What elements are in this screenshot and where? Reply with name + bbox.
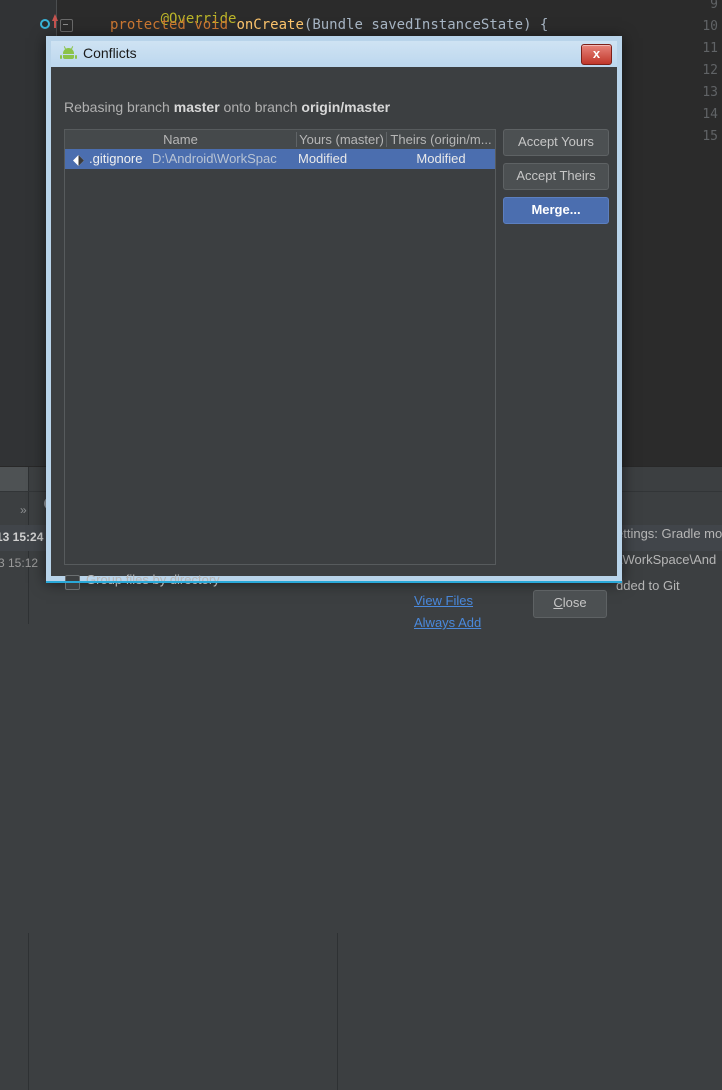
link-view-files[interactable]: View Files [414, 593, 473, 608]
close-label-rest: lose [562, 595, 587, 610]
editor-gutter-outer [0, 0, 20, 466]
column-divider[interactable] [386, 132, 387, 147]
param-type: Bundle [312, 17, 363, 33]
panel-divider [28, 933, 29, 1090]
log-line: dded to Git [616, 578, 680, 593]
dialog-titlebar[interactable]: Conflicts x [51, 41, 617, 68]
android-robot-icon [60, 46, 77, 59]
keyword-void: void [194, 17, 229, 33]
line-number: 9 [710, 0, 718, 12]
dialog-title: Conflicts [83, 45, 137, 61]
column-header-yours[interactable]: Yours (master) [297, 131, 386, 148]
code-line-oncreate: protected void onCreate(Bundle savedInst… [110, 17, 548, 33]
line-number: 12 [702, 63, 718, 78]
log-timestamp: 3 15:12 [0, 556, 39, 570]
rebase-message: Rebasing branch master onto branch origi… [64, 99, 390, 115]
log-timestamp: 13 15:24 [0, 530, 44, 544]
keyword-protected: protected [110, 17, 186, 33]
accept-yours-button[interactable]: Accept Yours [503, 129, 609, 156]
table-row[interactable]: .gitignore D:\Android\WorkSpac Modified … [65, 149, 495, 169]
column-header-name[interactable]: Name [65, 131, 296, 148]
line-number: 14 [702, 107, 718, 122]
tool-window-tab[interactable] [0, 467, 28, 491]
checkbox-label: Group files by directory [86, 572, 220, 587]
column-divider[interactable] [296, 132, 297, 147]
param-name: savedInstanceState [371, 17, 524, 33]
merge-button[interactable]: Merge... [503, 197, 609, 224]
branch-yours: master [173, 99, 220, 115]
method-name: onCreate [236, 17, 304, 33]
close-button[interactable]: Close [533, 590, 607, 618]
cell-status-yours: Modified [298, 151, 348, 166]
log-line: ettings: Gradle mo [616, 526, 722, 541]
conflicts-file-list[interactable]: Name Yours (master) Theirs (origin/m... … [64, 129, 496, 565]
rebase-middle: onto branch [219, 99, 302, 115]
cell-file-path: D:\Android\WorkSpac [152, 151, 277, 166]
accept-theirs-button[interactable]: Accept Theirs [503, 163, 609, 190]
line-number: 10 [702, 19, 718, 34]
log-line: l\WorkSpace\And [616, 552, 717, 567]
rebase-prefix: Rebasing branch [64, 99, 174, 115]
conflicts-dialog: Conflicts x Rebasing branch master onto … [46, 36, 622, 618]
line-number: 13 [702, 85, 718, 100]
line-number: 15 [702, 129, 718, 144]
code-fold-icon[interactable] [60, 19, 73, 32]
close-icon[interactable]: x [581, 44, 612, 65]
column-header-theirs[interactable]: Theirs (origin/m... [387, 131, 495, 148]
override-marker-icon[interactable] [52, 14, 58, 28]
breakpoint-icon[interactable] [40, 19, 50, 29]
panel-divider [337, 933, 338, 1090]
branch-theirs: origin/master [301, 99, 391, 115]
line-tail: ) { [523, 17, 549, 33]
close-mnemonic: C [553, 595, 563, 610]
git-file-icon [73, 154, 84, 166]
cell-file-name: .gitignore [89, 151, 143, 166]
dialog-body: Rebasing branch master onto branch origi… [51, 67, 617, 618]
line-number: 11 [702, 41, 718, 56]
chevron-expand-icon[interactable]: » [20, 503, 27, 517]
cell-status-theirs: Modified [416, 151, 466, 166]
checkbox-box[interactable] [65, 575, 80, 590]
table-header: Name Yours (master) Theirs (origin/m... [65, 130, 495, 150]
